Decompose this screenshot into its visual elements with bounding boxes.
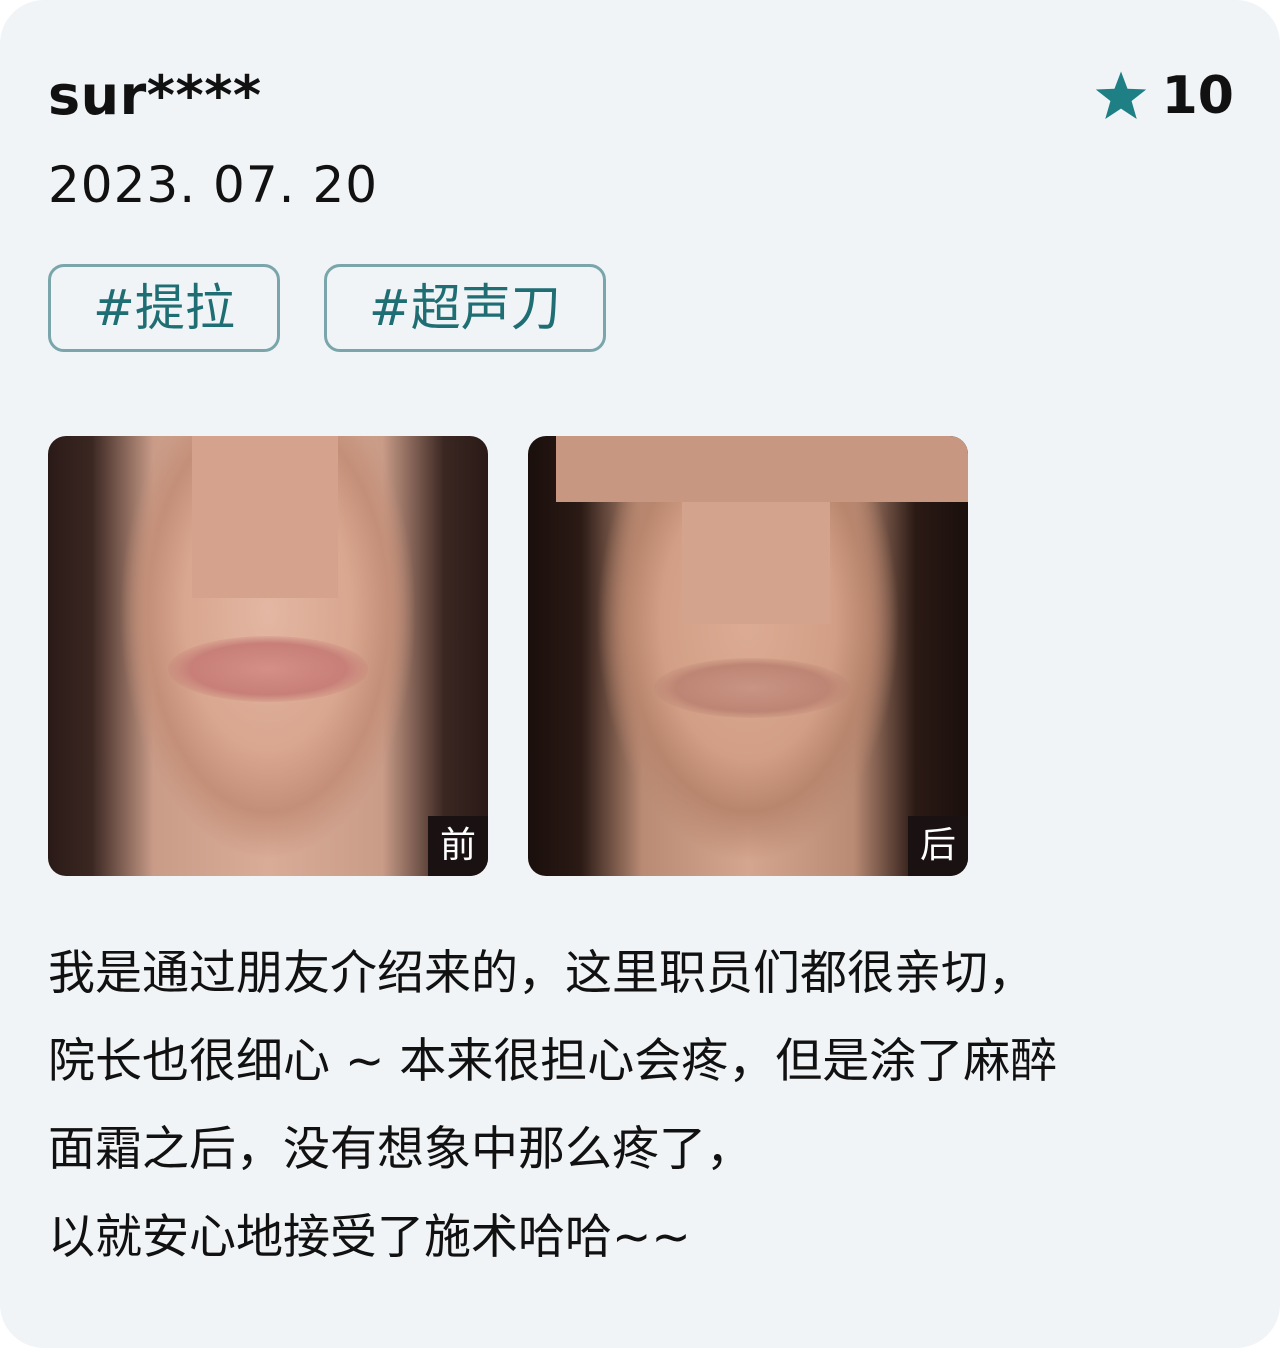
review-date: 2023. 07. 20: [48, 156, 379, 214]
review-text-line: 面霜之后，没有想象中那么疼了，: [48, 1122, 753, 1177]
privacy-blur: [682, 502, 830, 624]
star-icon: [1094, 70, 1148, 122]
review-text-line: 以就安心地接受了施术哈哈~~: [48, 1210, 691, 1265]
rating-value: 10: [1161, 66, 1234, 126]
after-photo[interactable]: 后: [528, 436, 968, 876]
tag-lifting[interactable]: #提拉: [48, 264, 280, 352]
before-label: 前: [428, 816, 488, 876]
review-text-line: 院长也很细心 ~ 本来很担心会疼，但是涂了麻醉: [48, 1034, 1058, 1089]
photo-gallery: 前 后: [48, 436, 968, 876]
face-lips-area: [654, 658, 850, 718]
tag-list: #提拉 #超声刀: [48, 264, 606, 352]
review-card: sur**** 10 2023. 07. 20 #提拉 #超声刀 前 后 我是通…: [0, 0, 1280, 1348]
before-photo[interactable]: 前: [48, 436, 488, 876]
rating: 10: [1094, 58, 1234, 134]
review-text-line: 我是通过朋友介绍来的，这里职员们都很亲切，: [48, 946, 1035, 1001]
review-text: 我是通过朋友介绍来的，这里职员们都很亲切， 院长也很细心 ~ 本来很担心会疼，但…: [48, 930, 1238, 1282]
tag-ultrasound-knife[interactable]: #超声刀: [323, 264, 606, 352]
after-label: 后: [908, 816, 968, 876]
username: sur****: [48, 64, 262, 127]
privacy-blur: [192, 436, 338, 598]
privacy-blur: [556, 436, 968, 502]
face-lips-area: [168, 636, 368, 702]
